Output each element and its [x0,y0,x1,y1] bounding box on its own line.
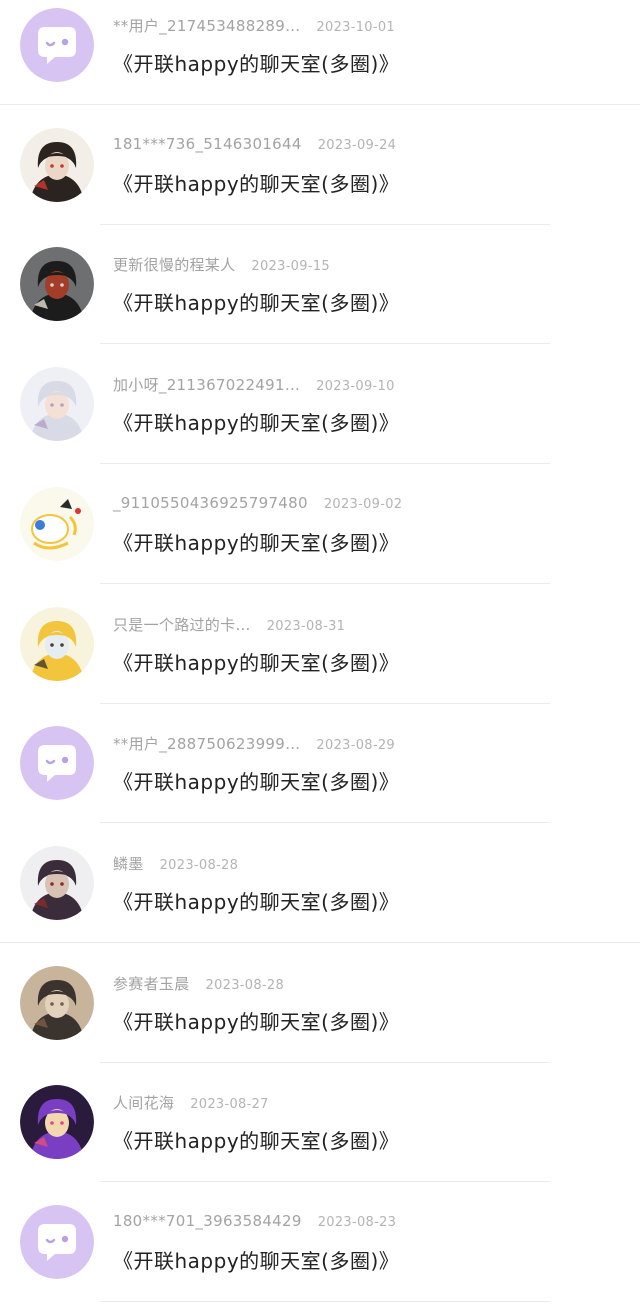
default-avatar-icon[interactable] [20,8,94,82]
comment-title[interactable]: 《开联happy的聊天室(多圈)》 [113,48,399,78]
comment-meta: 181***736_5146301644 2023-09-24 [113,135,396,157]
comment-date: 2023-09-15 [251,259,330,274]
comment-list: **用户_217453488289… 2023-10-01 《开联happy的聊天室… [0,0,640,1302]
username[interactable]: 鳞墨 [113,853,144,874]
comment-title[interactable]: 《开联happy的聊天室(多圈)》 [113,1125,399,1155]
comment-meta: _9110550436925797480 2023-09-02 [113,494,402,516]
username[interactable]: 只是一个路过的卡… [113,614,251,635]
comment-title[interactable]: 《开联happy的聊天室(多圈)》 [113,766,399,796]
comment-title[interactable]: 《开联happy的聊天室(多圈)》 [113,407,399,437]
comment-title[interactable]: 《开联happy的聊天室(多圈)》 [113,647,399,677]
row-divider [100,1062,550,1063]
comment-row[interactable]: 参赛者玉晨 2023-08-28 《开联happy的聊天室(多圈)》 [0,958,640,1077]
comment-meta: 更新很慢的程某人 2023-09-15 [113,254,330,276]
default-avatar-icon[interactable] [20,726,94,800]
comment-row[interactable]: 鳞墨 2023-08-28 《开联happy的聊天室(多圈)》 [0,838,640,957]
comment-date: 2023-09-10 [316,379,395,394]
comment-meta: 参赛者玉晨 2023-08-28 [113,973,284,995]
comment-meta: 只是一个路过的卡… 2023-08-31 [113,614,345,636]
row-divider [100,583,550,584]
user-avatar[interactable] [20,846,94,920]
row-divider [0,942,640,943]
comment-meta: **用户_288750623999… 2023-08-29 [113,733,395,755]
comment-title[interactable]: 《开联happy的聊天室(多圈)》 [113,527,399,557]
user-avatar[interactable] [20,128,94,202]
user-avatar[interactable] [20,1085,94,1159]
username[interactable]: **用户_288750623999… [113,733,300,754]
comment-title[interactable]: 《开联happy的聊天室(多圈)》 [113,886,399,916]
row-divider [100,703,550,704]
user-avatar[interactable] [20,966,94,1040]
username[interactable]: 参赛者玉晨 [113,973,190,994]
row-divider [100,822,550,823]
comment-meta: 180***701_3963584429 2023-08-23 [113,1212,396,1234]
comment-row[interactable]: **用户_288750623999… 2023-08-29 《开联happy的聊天室… [0,718,640,837]
comment-date: 2023-08-28 [205,978,285,993]
comment-date: 2023-08-28 [159,858,239,873]
comment-row[interactable]: **用户_217453488289… 2023-10-01 《开联happy的聊天室… [0,0,640,119]
comment-meta: 鳞墨 2023-08-28 [113,853,238,875]
row-divider [100,224,550,225]
user-avatar[interactable] [20,487,94,561]
comment-title[interactable]: 《开联happy的聊天室(多圈)》 [113,287,399,317]
username[interactable]: _9110550436925797480 [113,494,308,512]
comment-title[interactable]: 《开联happy的聊天室(多圈)》 [113,1006,399,1036]
username[interactable]: **用户_217453488289… [113,15,300,36]
row-divider [100,463,550,464]
comment-date: 2023-09-02 [323,497,403,512]
comment-row[interactable]: 180***701_3963584429 2023-08-23 《开联happy的聊… [0,1197,640,1316]
comment-date: 2023-08-23 [317,1215,397,1230]
username[interactable]: 180***701_3963584429 [113,1212,302,1230]
comment-date: 2023-10-01 [316,20,395,35]
default-avatar-icon[interactable] [20,1205,94,1279]
username[interactable]: 人间花海 [113,1092,174,1113]
comment-meta: 人间花海 2023-08-27 [113,1092,269,1114]
row-divider [100,1301,550,1302]
username[interactable]: 181***736_5146301644 [113,135,302,153]
comment-row[interactable]: 更新很慢的程某人 2023-09-15 《开联happy的聊天室(多圈)》 [0,239,640,358]
comment-row[interactable]: 人间花海 2023-08-27 《开联happy的聊天室(多圈)》 [0,1077,640,1196]
comment-date: 2023-08-31 [266,619,346,634]
user-avatar[interactable] [20,247,94,321]
row-divider [100,1181,550,1182]
row-divider [100,343,550,344]
comment-date: 2023-09-24 [317,138,397,153]
comment-row[interactable]: 只是一个路过的卡… 2023-08-31 《开联happy的聊天室(多圈)》 [0,599,640,718]
comment-title[interactable]: 《开联happy的聊天室(多圈)》 [113,168,399,198]
comment-date: 2023-08-29 [316,738,395,753]
comment-row[interactable]: _9110550436925797480 2023-09-02 《开联happy的聊… [0,479,640,598]
user-avatar[interactable] [20,607,94,681]
comment-meta: **用户_217453488289… 2023-10-01 [113,15,395,37]
comment-row[interactable]: 181***736_5146301644 2023-09-24 《开联happy的聊… [0,120,640,239]
comment-row[interactable]: 加小呀_211367022491… 2023-09-10 《开联happy的聊天室(… [0,359,640,478]
comment-meta: 加小呀_211367022491… 2023-09-10 [113,374,395,396]
username[interactable]: 更新很慢的程某人 [113,254,235,275]
row-divider [0,104,640,105]
comment-title[interactable]: 《开联happy的聊天室(多圈)》 [113,1245,399,1275]
username[interactable]: 加小呀_211367022491… [113,374,300,395]
comment-date: 2023-08-27 [190,1097,269,1112]
user-avatar[interactable] [20,367,94,441]
